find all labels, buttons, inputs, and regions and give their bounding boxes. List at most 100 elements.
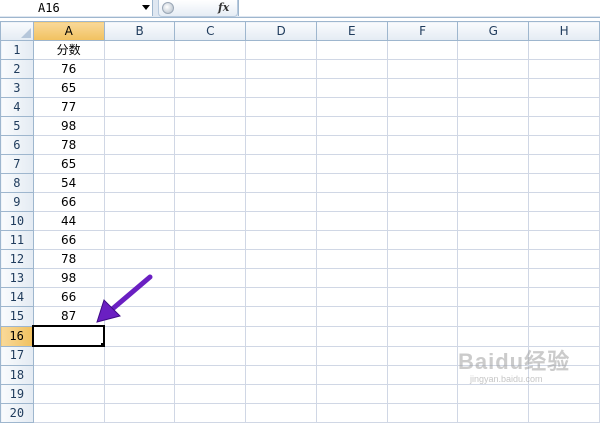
cell-g11[interactable] [457,230,530,250]
cell-f8[interactable] [386,173,459,193]
cell-h19[interactable] [528,384,600,404]
cell-a7[interactable]: 65 [32,154,105,174]
cell-a11[interactable]: 66 [32,230,105,250]
row-header[interactable]: 10 [0,211,34,231]
column-header-b[interactable]: B [103,21,176,41]
cell-a17[interactable] [32,345,105,366]
cell-e17[interactable] [315,345,388,366]
cell-e2[interactable] [315,59,388,79]
cell-c3[interactable] [174,78,247,98]
fill-handle[interactable] [100,342,103,344]
cell-b7[interactable] [103,154,176,174]
row-header[interactable]: 8 [0,173,34,193]
cell-f7[interactable] [386,154,459,174]
row-header[interactable]: 9 [0,192,34,212]
cell-g15[interactable] [457,306,530,327]
cell-a2[interactable]: 76 [32,59,105,79]
cell-h5[interactable] [528,116,600,136]
cell-d8[interactable] [245,173,317,193]
cell-c16[interactable] [174,325,247,347]
cell-h16[interactable] [528,325,600,347]
cell-h3[interactable] [528,78,600,98]
cell-b13[interactable] [103,268,176,288]
cell-c5[interactable] [174,116,247,136]
cell-g19[interactable] [457,384,530,404]
cell-f12[interactable] [386,249,459,269]
row-header[interactable]: 19 [0,384,34,404]
cell-c14[interactable] [174,287,247,307]
cell-g7[interactable] [457,154,530,174]
insert-function-icon[interactable]: fx [218,0,229,15]
cell-b19[interactable] [103,384,176,404]
cell-a4[interactable]: 77 [32,97,105,117]
cell-g16[interactable] [457,325,530,347]
cell-g4[interactable] [457,97,530,117]
cell-c4[interactable] [174,97,247,117]
cell-b4[interactable] [103,97,176,117]
cell-h14[interactable] [528,287,600,307]
cell-c10[interactable] [174,211,247,231]
cell-a6[interactable]: 78 [32,135,105,155]
chevron-down-icon[interactable] [142,5,150,10]
cell-h9[interactable] [528,192,600,212]
cell-e1[interactable] [315,40,388,60]
cell-c1[interactable] [174,40,247,60]
cell-g6[interactable] [457,135,530,155]
cell-g8[interactable] [457,173,530,193]
cell-h8[interactable] [528,173,600,193]
cell-b3[interactable] [103,78,176,98]
cell-h15[interactable] [528,306,600,327]
cell-c20[interactable] [174,403,247,423]
cell-h6[interactable] [528,135,600,155]
cell-a9[interactable]: 66 [32,192,105,212]
cell-f19[interactable] [386,384,459,404]
cell-d6[interactable] [245,135,317,155]
cell-c9[interactable] [174,192,247,212]
cell-a13[interactable]: 98 [32,268,105,288]
cell-g12[interactable] [457,249,530,269]
cell-e15[interactable] [315,306,388,327]
cell-h11[interactable] [528,230,600,250]
cell-d12[interactable] [245,249,317,269]
cell-g18[interactable] [457,365,530,385]
cell-c11[interactable] [174,230,247,250]
cell-a5[interactable]: 98 [32,116,105,136]
cell-e20[interactable] [315,403,388,423]
cell-g10[interactable] [457,211,530,231]
cell-f3[interactable] [386,78,459,98]
cell-d13[interactable] [245,268,317,288]
cell-d14[interactable] [245,287,317,307]
cell-e12[interactable] [315,249,388,269]
cell-h18[interactable] [528,365,600,385]
formula-input[interactable] [238,0,600,16]
cell-c6[interactable] [174,135,247,155]
cell-d16[interactable] [245,325,317,347]
cell-e11[interactable] [315,230,388,250]
cell-b15[interactable] [103,306,176,327]
cell-g3[interactable] [457,78,530,98]
cell-d3[interactable] [245,78,317,98]
cell-c12[interactable] [174,249,247,269]
row-header[interactable]: 11 [0,230,34,250]
cell-e7[interactable] [315,154,388,174]
cell-b20[interactable] [103,403,176,423]
cell-h7[interactable] [528,154,600,174]
cell-f2[interactable] [386,59,459,79]
cell-g2[interactable] [457,59,530,79]
cell-a14[interactable]: 66 [32,287,105,307]
cell-h1[interactable] [528,40,600,60]
cell-c15[interactable] [174,306,247,327]
cell-d17[interactable] [245,345,317,366]
cell-g1[interactable] [457,40,530,60]
column-header-e[interactable]: E [315,21,388,41]
cell-e16[interactable] [315,325,388,347]
row-header[interactable]: 18 [0,365,34,385]
row-header[interactable]: 7 [0,154,34,174]
cell-h12[interactable] [528,249,600,269]
cell-g13[interactable] [457,268,530,288]
row-header[interactable]: 5 [0,116,34,136]
cell-b1[interactable] [103,40,176,60]
cell-a18[interactable] [32,365,105,385]
cell-b14[interactable] [103,287,176,307]
cell-b18[interactable] [103,365,176,385]
